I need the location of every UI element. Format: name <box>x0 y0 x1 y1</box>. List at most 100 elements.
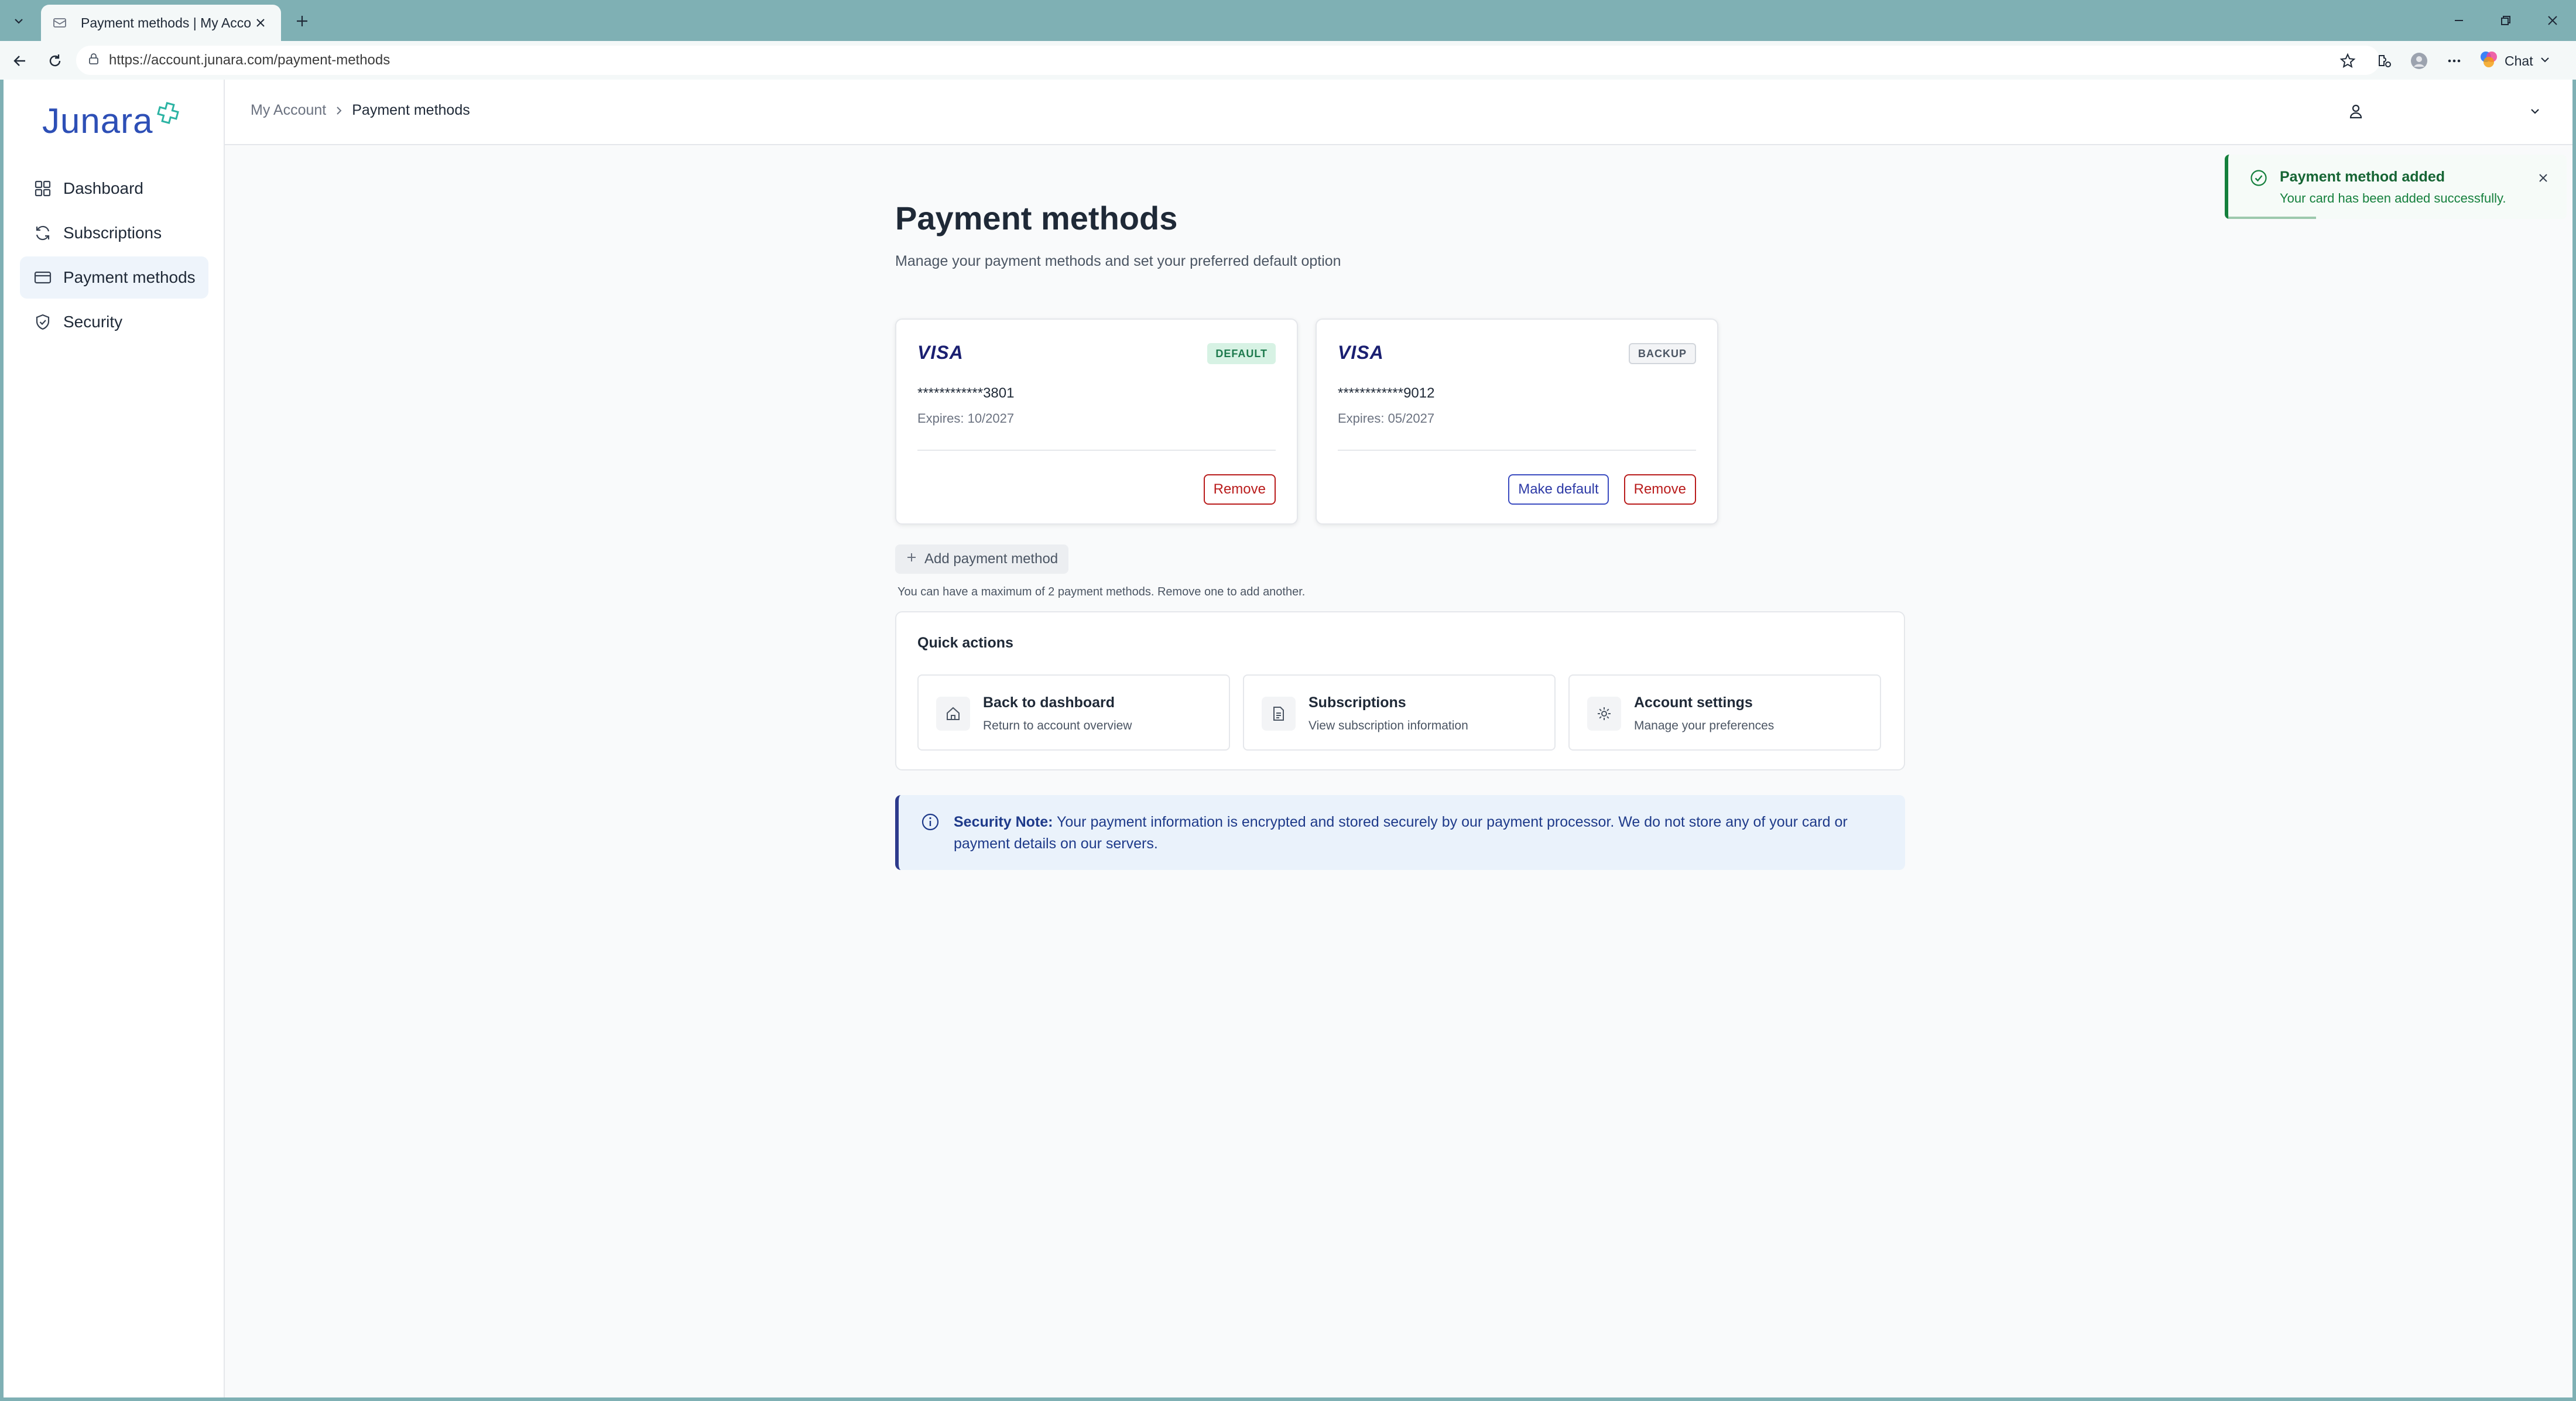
add-payment-method-label: Add payment method <box>924 551 1059 567</box>
quick-action-account-settings[interactable]: Account settings Manage your preferences <box>1568 674 1881 751</box>
quick-action-subscriptions[interactable]: Subscriptions View subscription informat… <box>1243 674 1556 751</box>
security-note-text: Security Note: Your payment information … <box>954 811 1882 855</box>
page-subtitle: Manage your payment methods and set your… <box>895 253 1341 269</box>
chat-button[interactable]: Chat <box>2479 47 2551 75</box>
default-badge: DEFAULT <box>1207 343 1276 364</box>
window-close-icon[interactable] <box>2535 6 2570 35</box>
sidebar-nav: Dashboard Subscriptions Payment methods … <box>20 167 208 345</box>
quick-action-title: Account settings <box>1634 694 1753 711</box>
card-divider <box>1338 450 1696 451</box>
top-header: My Account Payment methods <box>225 80 2572 145</box>
browser-toolbar: https://account.junara.com/payment-metho… <box>0 41 2576 80</box>
logo-text: Junara <box>42 101 153 141</box>
browser-tab-active[interactable]: Payment methods | My Account <box>41 5 281 41</box>
sidebar-item-label: Dashboard <box>63 179 143 197</box>
toast-progress-bar <box>2228 217 2317 219</box>
card-number: ************3801 <box>917 385 1015 401</box>
visa-logo: VISA <box>1338 342 1384 363</box>
page-title: Payment methods <box>895 200 1178 237</box>
check-circle-icon <box>2248 167 2269 189</box>
toast-message: Your card has been added successfully. <box>2280 191 2506 205</box>
address-bar[interactable]: https://account.junara.com/payment-metho… <box>76 46 2380 75</box>
back-arrow-icon[interactable] <box>7 48 33 74</box>
sidebar-item-label: Subscriptions <box>63 224 162 242</box>
quick-action-desc: Manage your preferences <box>1634 719 1775 732</box>
info-icon <box>920 811 941 833</box>
browser-tab-strip: Payment methods | My Account <box>0 0 2576 41</box>
card-number: ************9012 <box>1338 385 1435 401</box>
main-content: Payment methods Manage your payment meth… <box>895 197 1905 870</box>
new-tab-plus-icon[interactable] <box>289 8 315 34</box>
quick-action-title: Back to dashboard <box>983 694 1115 711</box>
breadcrumb-my-account[interactable]: My Account <box>251 102 326 119</box>
breadcrumb: My Account Payment methods <box>251 102 470 119</box>
user-menu-chevron-icon[interactable] <box>2523 100 2547 123</box>
quick-action-back-to-dashboard[interactable]: Back to dashboard Return to account over… <box>917 674 1230 751</box>
page-favicon-icon <box>53 14 70 32</box>
quick-actions-panel: Quick actions Back to dashboard Return t… <box>895 611 1905 770</box>
more-menu-icon[interactable] <box>2441 48 2467 74</box>
card-expiry: Expires: 10/2027 <box>917 411 1015 426</box>
site-info-icon[interactable] <box>88 53 100 68</box>
payment-limit-note: You can have a maximum of 2 payment meth… <box>898 585 1306 598</box>
tab-close-icon[interactable] <box>252 14 269 32</box>
make-default-button[interactable]: Make default <box>1508 474 1609 505</box>
card-actions: Remove <box>1203 474 1276 505</box>
favorite-star-icon[interactable] <box>2335 48 2361 74</box>
tab-title: Payment methods | My Account <box>81 15 252 30</box>
toast-close-icon[interactable] <box>2533 167 2554 189</box>
card-actions: Make default Remove <box>1508 474 1696 505</box>
refresh-icon <box>33 223 53 243</box>
extensions-icon[interactable] <box>2371 48 2397 74</box>
payment-cards: VISA DEFAULT ************3801 Expires: 1… <box>895 318 1718 525</box>
reload-icon[interactable] <box>42 48 68 74</box>
sidebar-item-dashboard[interactable]: Dashboard <box>20 167 208 210</box>
security-note-body: Your payment information is encrypted an… <box>954 814 1848 852</box>
grid-icon <box>33 179 53 198</box>
quick-action-desc: View subscription information <box>1308 719 1468 732</box>
quick-actions-title: Quick actions <box>917 635 1013 651</box>
quick-action-title: Subscriptions <box>1308 694 1406 711</box>
chat-label: Chat <box>2505 53 2533 68</box>
url-text: https://account.junara.com/payment-metho… <box>109 52 390 68</box>
add-payment-method-button[interactable]: Add payment method <box>895 544 1069 574</box>
user-icon[interactable] <box>2344 100 2368 123</box>
sidebar-item-label: Security <box>63 313 123 331</box>
sidebar: Junara Dashboard Subscriptions Payment m… <box>4 80 225 1397</box>
remove-card-button[interactable]: Remove <box>1203 474 1276 505</box>
card-divider <box>917 450 1276 451</box>
gear-icon <box>1587 697 1621 731</box>
toast-title: Payment method added <box>2280 169 2445 185</box>
home-icon <box>936 697 970 731</box>
breadcrumb-current: Payment methods <box>352 102 470 118</box>
success-toast: Payment method added Your card has been … <box>2225 155 2567 219</box>
security-note-label: Security Note: <box>954 814 1053 830</box>
logo-mark-icon <box>156 101 180 128</box>
remove-card-button[interactable]: Remove <box>1623 474 1696 505</box>
backup-badge: BACKUP <box>1628 343 1696 364</box>
sidebar-item-security[interactable]: Security <box>20 301 208 343</box>
window-restore-icon[interactable] <box>2488 6 2523 35</box>
quick-action-desc: Return to account overview <box>983 719 1132 732</box>
security-note: Security Note: Your payment information … <box>895 795 1905 870</box>
chevron-right-icon <box>334 106 344 115</box>
card-expiry: Expires: 05/2027 <box>1338 411 1435 426</box>
payment-card-default: VISA DEFAULT ************3801 Expires: 1… <box>895 318 1298 525</box>
visa-logo: VISA <box>917 342 964 363</box>
junara-logo[interactable]: Junara <box>42 101 180 141</box>
chat-chevron-icon <box>2539 54 2551 68</box>
tab-list-chevron-icon[interactable] <box>6 8 32 34</box>
document-icon <box>1262 697 1296 731</box>
payment-card-backup: VISA BACKUP ************9012 Expires: 05… <box>1316 318 1718 525</box>
shield-icon <box>33 312 53 332</box>
profile-avatar-icon[interactable] <box>2406 48 2432 74</box>
sidebar-item-label: Payment methods <box>63 268 196 286</box>
credit-card-icon <box>33 268 53 287</box>
page-viewport: Junara Dashboard Subscriptions Payment m… <box>4 80 2572 1397</box>
quick-actions-grid: Back to dashboard Return to account over… <box>917 674 1881 751</box>
sidebar-item-payment-methods[interactable]: Payment methods <box>20 256 208 299</box>
copilot-icon <box>2479 50 2499 73</box>
plus-icon <box>906 551 917 567</box>
sidebar-item-subscriptions[interactable]: Subscriptions <box>20 212 208 254</box>
window-minimize-icon[interactable] <box>2441 6 2476 35</box>
